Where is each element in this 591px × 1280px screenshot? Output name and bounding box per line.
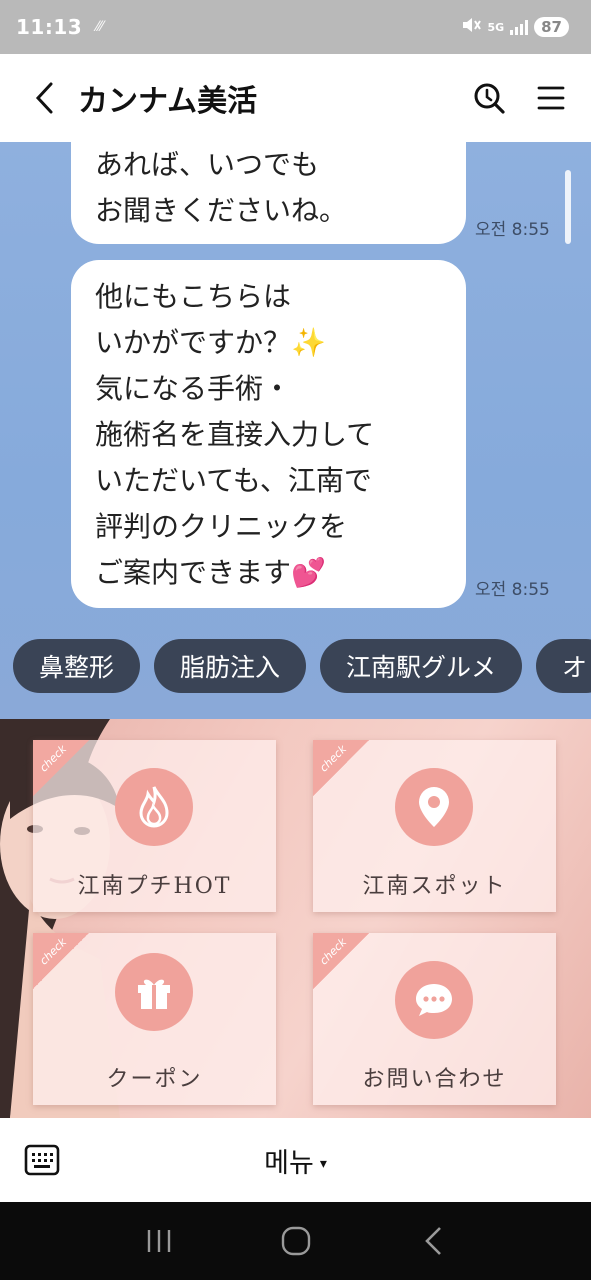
search-clock-icon [474, 83, 505, 114]
network-type: 5G [487, 20, 505, 34]
quick-reply-chip[interactable]: 江南駅グルメ [320, 639, 523, 693]
bottom-bar: 메뉴 ▾ [0, 1118, 591, 1202]
chevron-left-icon [35, 82, 53, 114]
quick-reply-bar: 鼻整形 脂肪注入 江南駅グルメ オ [13, 639, 591, 693]
search-button[interactable] [467, 76, 511, 120]
rich-menu-spot[interactable]: check 江南スポット [313, 740, 556, 912]
chat-bubble-icon [416, 984, 452, 1016]
quick-reply-chip[interactable]: 脂肪注入 [154, 639, 307, 693]
rich-menu: check 江南プチHOT check 江南スポット check クーポン ch… [0, 719, 591, 1118]
status-time: 11:13 [16, 15, 83, 39]
recent-apps-button[interactable] [129, 1216, 189, 1266]
home-button[interactable] [266, 1216, 326, 1266]
tile-label: クーポン [106, 1067, 203, 1092]
battery-badge: 87 [534, 17, 569, 37]
menu-label: 메뉴 [264, 1147, 314, 1179]
message-bubble[interactable]: 他にもこちらは いかがですか？✨ 気になる手術・ 施術名を直接入力して いただい… [71, 260, 466, 608]
message-line: 気になる手術・ [95, 372, 292, 405]
map-pin-icon [419, 787, 449, 827]
chat-area[interactable]: あれば、いつでも お聞きくださいね。 오전 8:55 他にもこちらは いかがです… [0, 142, 591, 719]
back-arrow-icon [424, 1227, 441, 1255]
flame-icon [139, 786, 169, 828]
message-time: 오전 8:55 [475, 580, 550, 600]
message-line: いかがですか？✨ [95, 326, 326, 359]
rich-menu-coupon[interactable]: check クーポン [33, 933, 276, 1105]
home-icon [281, 1226, 310, 1256]
rich-menu-petit-hot[interactable]: check 江南プチHOT [33, 740, 276, 912]
tile-label: お問い合わせ [362, 1067, 507, 1092]
message-line: お聞きくださいね。 [95, 194, 348, 227]
scroll-indicator[interactable] [565, 170, 571, 244]
message-line: 他にもこちらは [95, 280, 292, 313]
quick-reply-chip[interactable]: オ [536, 639, 591, 693]
message-line: ご案内できます💕 [95, 556, 326, 589]
status-bar: 11:13 ⁄⁄⁄ 5G 87 [0, 0, 591, 54]
caret-down-icon: ▾ [319, 1156, 327, 1172]
rich-menu-contact[interactable]: check お問い合わせ [313, 933, 556, 1105]
hamburger-icon [537, 86, 565, 110]
message-line: いただいても、江南で [95, 464, 372, 497]
system-back-button[interactable] [403, 1216, 463, 1266]
recent-apps-icon [147, 1230, 170, 1252]
system-nav-bar [0, 1202, 591, 1280]
chat-header: カンナム美活 [0, 54, 591, 142]
signal-icon [510, 19, 529, 35]
back-button[interactable] [24, 78, 64, 118]
menu-button[interactable] [529, 76, 573, 120]
message-time: 오전 8:55 [475, 220, 550, 240]
menu-toggle-button[interactable]: 메뉴 ▾ [0, 1141, 591, 1180]
data-activity-icon: ⁄⁄⁄ [96, 19, 104, 35]
gift-icon [138, 979, 170, 1009]
message-line: 評判のクリニックを [95, 510, 348, 543]
chat-title: カンナム美活 [78, 84, 258, 119]
tile-label: 江南スポット [362, 874, 507, 899]
message-line: 施術名を直接入力して [95, 418, 375, 451]
message-bubble[interactable]: あれば、いつでも お聞きくださいね。 [71, 142, 466, 244]
message-line: あれば、いつでも [95, 148, 320, 181]
mute-icon [461, 16, 482, 38]
quick-reply-chip[interactable]: 鼻整形 [13, 639, 141, 693]
tile-label: 江南プチHOT [77, 874, 232, 899]
